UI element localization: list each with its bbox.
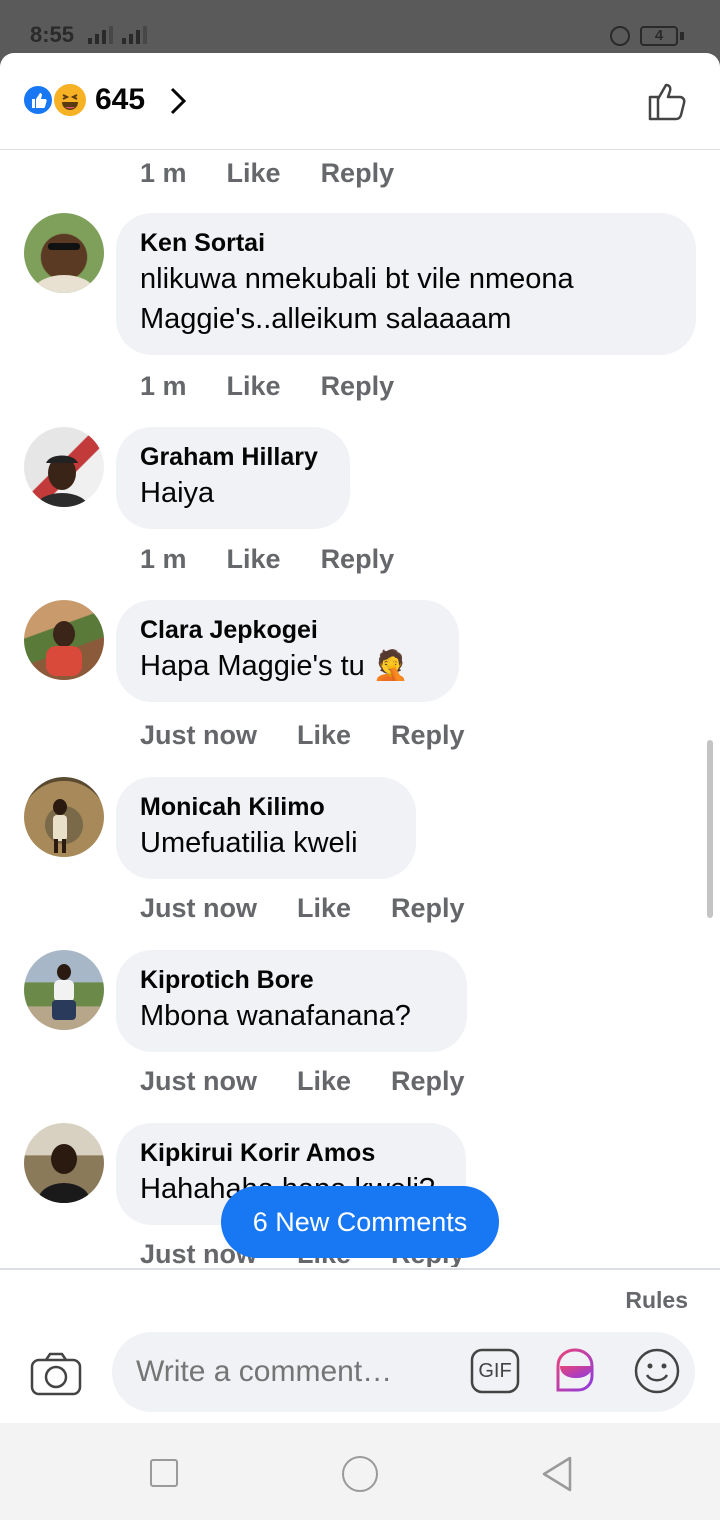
reply-link[interactable]: Reply [391, 1066, 465, 1097]
comment-text: Hapa Maggie's tu [140, 650, 365, 682]
haha-reaction-icon [52, 82, 88, 118]
comment-author[interactable]: Ken Sortai [140, 227, 672, 259]
comment-bubble: Kiprotich Bore Mbona wanafanana? [116, 950, 467, 1052]
emoji-icon[interactable] [632, 1346, 682, 1396]
avatar[interactable] [24, 950, 104, 1030]
reply-link[interactable]: Reply [391, 720, 465, 751]
gif-label: GIF [478, 1360, 512, 1382]
reply-link[interactable]: Reply [321, 544, 395, 575]
comment-author[interactable]: Clara Jepkogei [140, 614, 435, 646]
rotation-lock-icon [610, 26, 630, 46]
comment-time: Just now [140, 1066, 258, 1096]
chevron-right-icon [170, 87, 187, 115]
comment-actions: Just now Like Reply [140, 1066, 465, 1097]
avatar[interactable] [24, 213, 104, 293]
avatar[interactable] [24, 777, 104, 857]
comment-text-line: Haiya [140, 477, 215, 509]
status-time: 8:55 [30, 22, 75, 47]
comments-sheet: 645 1 m Like Reply Ken Sortai nlikuwa nm… [0, 53, 720, 1520]
gif-icon[interactable]: GIF [470, 1348, 520, 1394]
comment-time: Just now [140, 720, 258, 750]
like-post-button[interactable] [644, 77, 692, 125]
back-button[interactable] [540, 1455, 574, 1493]
comment-time: 1 m [140, 371, 187, 401]
avatar[interactable] [24, 427, 104, 507]
new-comments-button[interactable]: 6 New Comments [221, 1186, 499, 1258]
comment-text-line: nlikuwa nmekubali bt vile nmeona [140, 263, 574, 295]
signal-icon [88, 26, 113, 44]
comment-author[interactable]: Monicah Kilimo [140, 791, 392, 823]
comment-bubble: Ken Sortai nlikuwa nmekubali bt vile nme… [116, 213, 696, 355]
rules-link[interactable]: Rules [625, 1287, 688, 1314]
facepalm-emoji: 🤦 [372, 650, 409, 682]
comment-text-line: Hapa Maggie's tu 🤦 [140, 646, 435, 686]
comment-time: 1 m [140, 544, 187, 574]
comment-bubble: Graham Hillary Haiya [116, 427, 350, 529]
signal-icon-2 [122, 26, 147, 44]
comment-input[interactable] [136, 1332, 466, 1412]
like-link[interactable]: Like [297, 1066, 351, 1097]
composer-divider [0, 1268, 720, 1270]
comment-actions: 1 m Like Reply [140, 158, 394, 189]
comment-actions: Just now Like Reply [140, 720, 465, 751]
reaction-count: 645 [95, 83, 146, 116]
system-nav-bar [0, 1423, 720, 1520]
comment-text-line: Maggie's..alleikum salaaaam [140, 303, 512, 335]
like-reaction-icon [22, 84, 54, 116]
like-link[interactable]: Like [227, 371, 281, 402]
scrollbar[interactable] [707, 740, 713, 918]
home-button[interactable] [342, 1456, 378, 1492]
like-link[interactable]: Like [227, 544, 281, 575]
like-link[interactable]: Like [227, 158, 281, 189]
avatar[interactable] [24, 1123, 104, 1203]
reply-link[interactable]: Reply [321, 158, 395, 189]
reply-link[interactable]: Reply [321, 371, 395, 402]
comment-text-line: Mbona wanafanana? [140, 1000, 411, 1032]
like-link[interactable]: Like [297, 720, 351, 751]
reactions-header[interactable]: 645 [0, 53, 720, 150]
comment-actions: 1 m Like Reply [140, 371, 394, 402]
comment-bubble: Clara Jepkogei Hapa Maggie's tu 🤦 [116, 600, 459, 702]
comment-time: 1 m [140, 158, 187, 188]
comment-actions: Just now Like Reply [140, 893, 465, 924]
like-link[interactable]: Like [297, 893, 351, 924]
comment-text-line: Umefuatilia kweli [140, 827, 358, 859]
avatar[interactable] [24, 600, 104, 680]
comment-author[interactable]: Kipkirui Korir Amos [140, 1137, 442, 1169]
comment-bubble: Monicah Kilimo Umefuatilia kweli [116, 777, 416, 879]
battery-level: 4 [654, 27, 664, 44]
comment-author[interactable]: Kiprotich Bore [140, 964, 443, 996]
camera-icon[interactable] [30, 1351, 82, 1397]
recent-apps-button[interactable] [150, 1459, 178, 1487]
battery-icon: 4 [640, 26, 684, 46]
avatar-sticker-icon[interactable] [550, 1346, 600, 1396]
comments-list: 1 m Like Reply Ken Sortai nlikuwa nmekub… [0, 150, 720, 1267]
comment-author[interactable]: Graham Hillary [140, 441, 326, 473]
comment-actions: 1 m Like Reply [140, 544, 394, 575]
comment-composer[interactable]: GIF [112, 1332, 695, 1412]
comment-time: Just now [140, 893, 258, 923]
reply-link[interactable]: Reply [391, 893, 465, 924]
status-bar: 8:55 4 [0, 0, 720, 56]
